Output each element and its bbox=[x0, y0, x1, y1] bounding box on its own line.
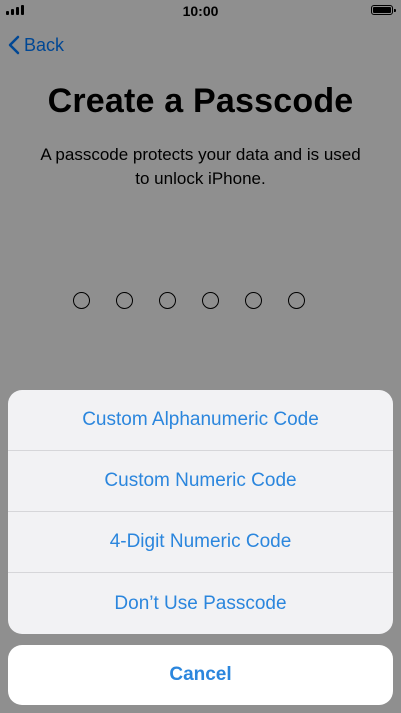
custom-numeric-code-button[interactable]: Custom Numeric Code bbox=[8, 451, 393, 512]
custom-alphanumeric-code-button[interactable]: Custom Alphanumeric Code bbox=[8, 390, 393, 451]
dont-use-passcode-button[interactable]: Don’t Use Passcode bbox=[8, 573, 393, 634]
cancel-button[interactable]: Cancel bbox=[8, 645, 393, 705]
passcode-options-sheet: Custom Alphanumeric Code Custom Numeric … bbox=[8, 390, 393, 634]
four-digit-numeric-code-button[interactable]: 4-Digit Numeric Code bbox=[8, 512, 393, 573]
